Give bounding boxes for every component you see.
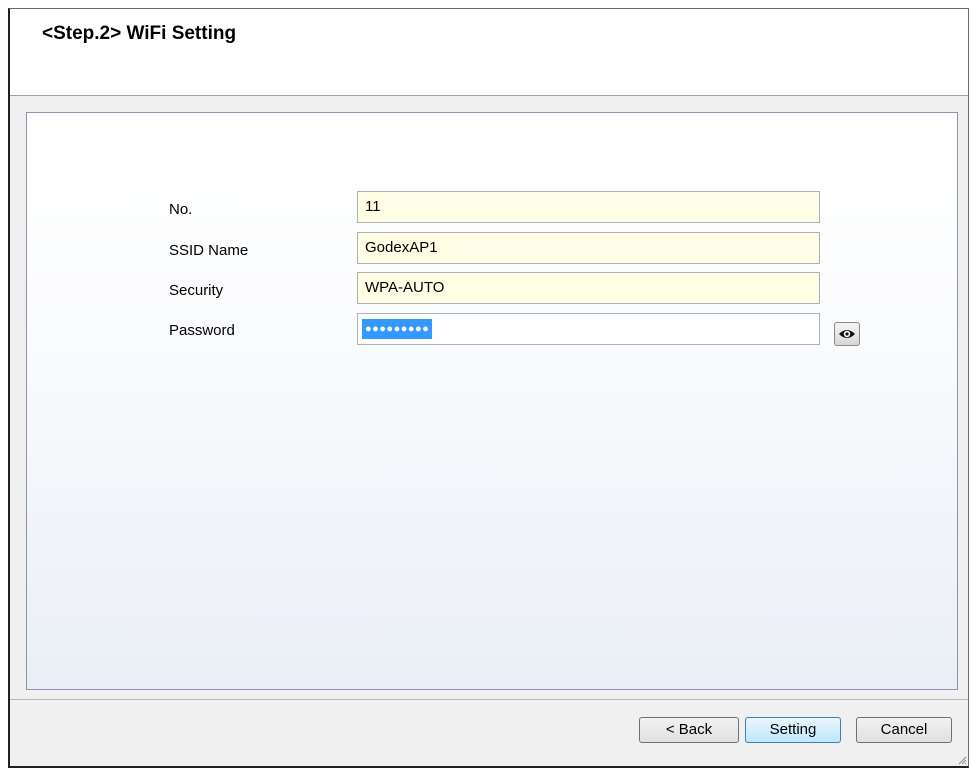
- setting-button[interactable]: Setting: [745, 717, 841, 743]
- header: <Step.2> WiFi Setting: [10, 9, 968, 96]
- ssid-name-field[interactable]: GodexAP1: [357, 232, 820, 264]
- page-title: <Step.2> WiFi Setting: [42, 23, 237, 44]
- password-field[interactable]: ●●●●●●●●●: [357, 313, 820, 345]
- eye-icon: [839, 330, 855, 338]
- password-selected-text: ●●●●●●●●●: [362, 319, 433, 340]
- password-label: Password: [169, 322, 235, 339]
- security-label: Security: [169, 282, 224, 299]
- ssid-name-label: SSID Name: [169, 242, 249, 259]
- back-button[interactable]: < Back: [639, 717, 739, 743]
- footer: < Back Setting Cancel: [10, 699, 968, 766]
- no-field[interactable]: 11: [357, 191, 820, 223]
- cancel-button[interactable]: Cancel: [856, 717, 952, 743]
- security-field[interactable]: WPA-AUTO: [357, 272, 820, 304]
- resize-grip-icon[interactable]: [957, 755, 967, 765]
- wifi-settings-panel: No. 11 SSID Name GodexAP1 Security WPA-A…: [26, 112, 958, 690]
- show-password-button[interactable]: [834, 322, 860, 346]
- wizard-window: <Step.2> WiFi Setting No. 11 SSID Name G…: [8, 8, 969, 768]
- no-label: No.: [169, 201, 193, 218]
